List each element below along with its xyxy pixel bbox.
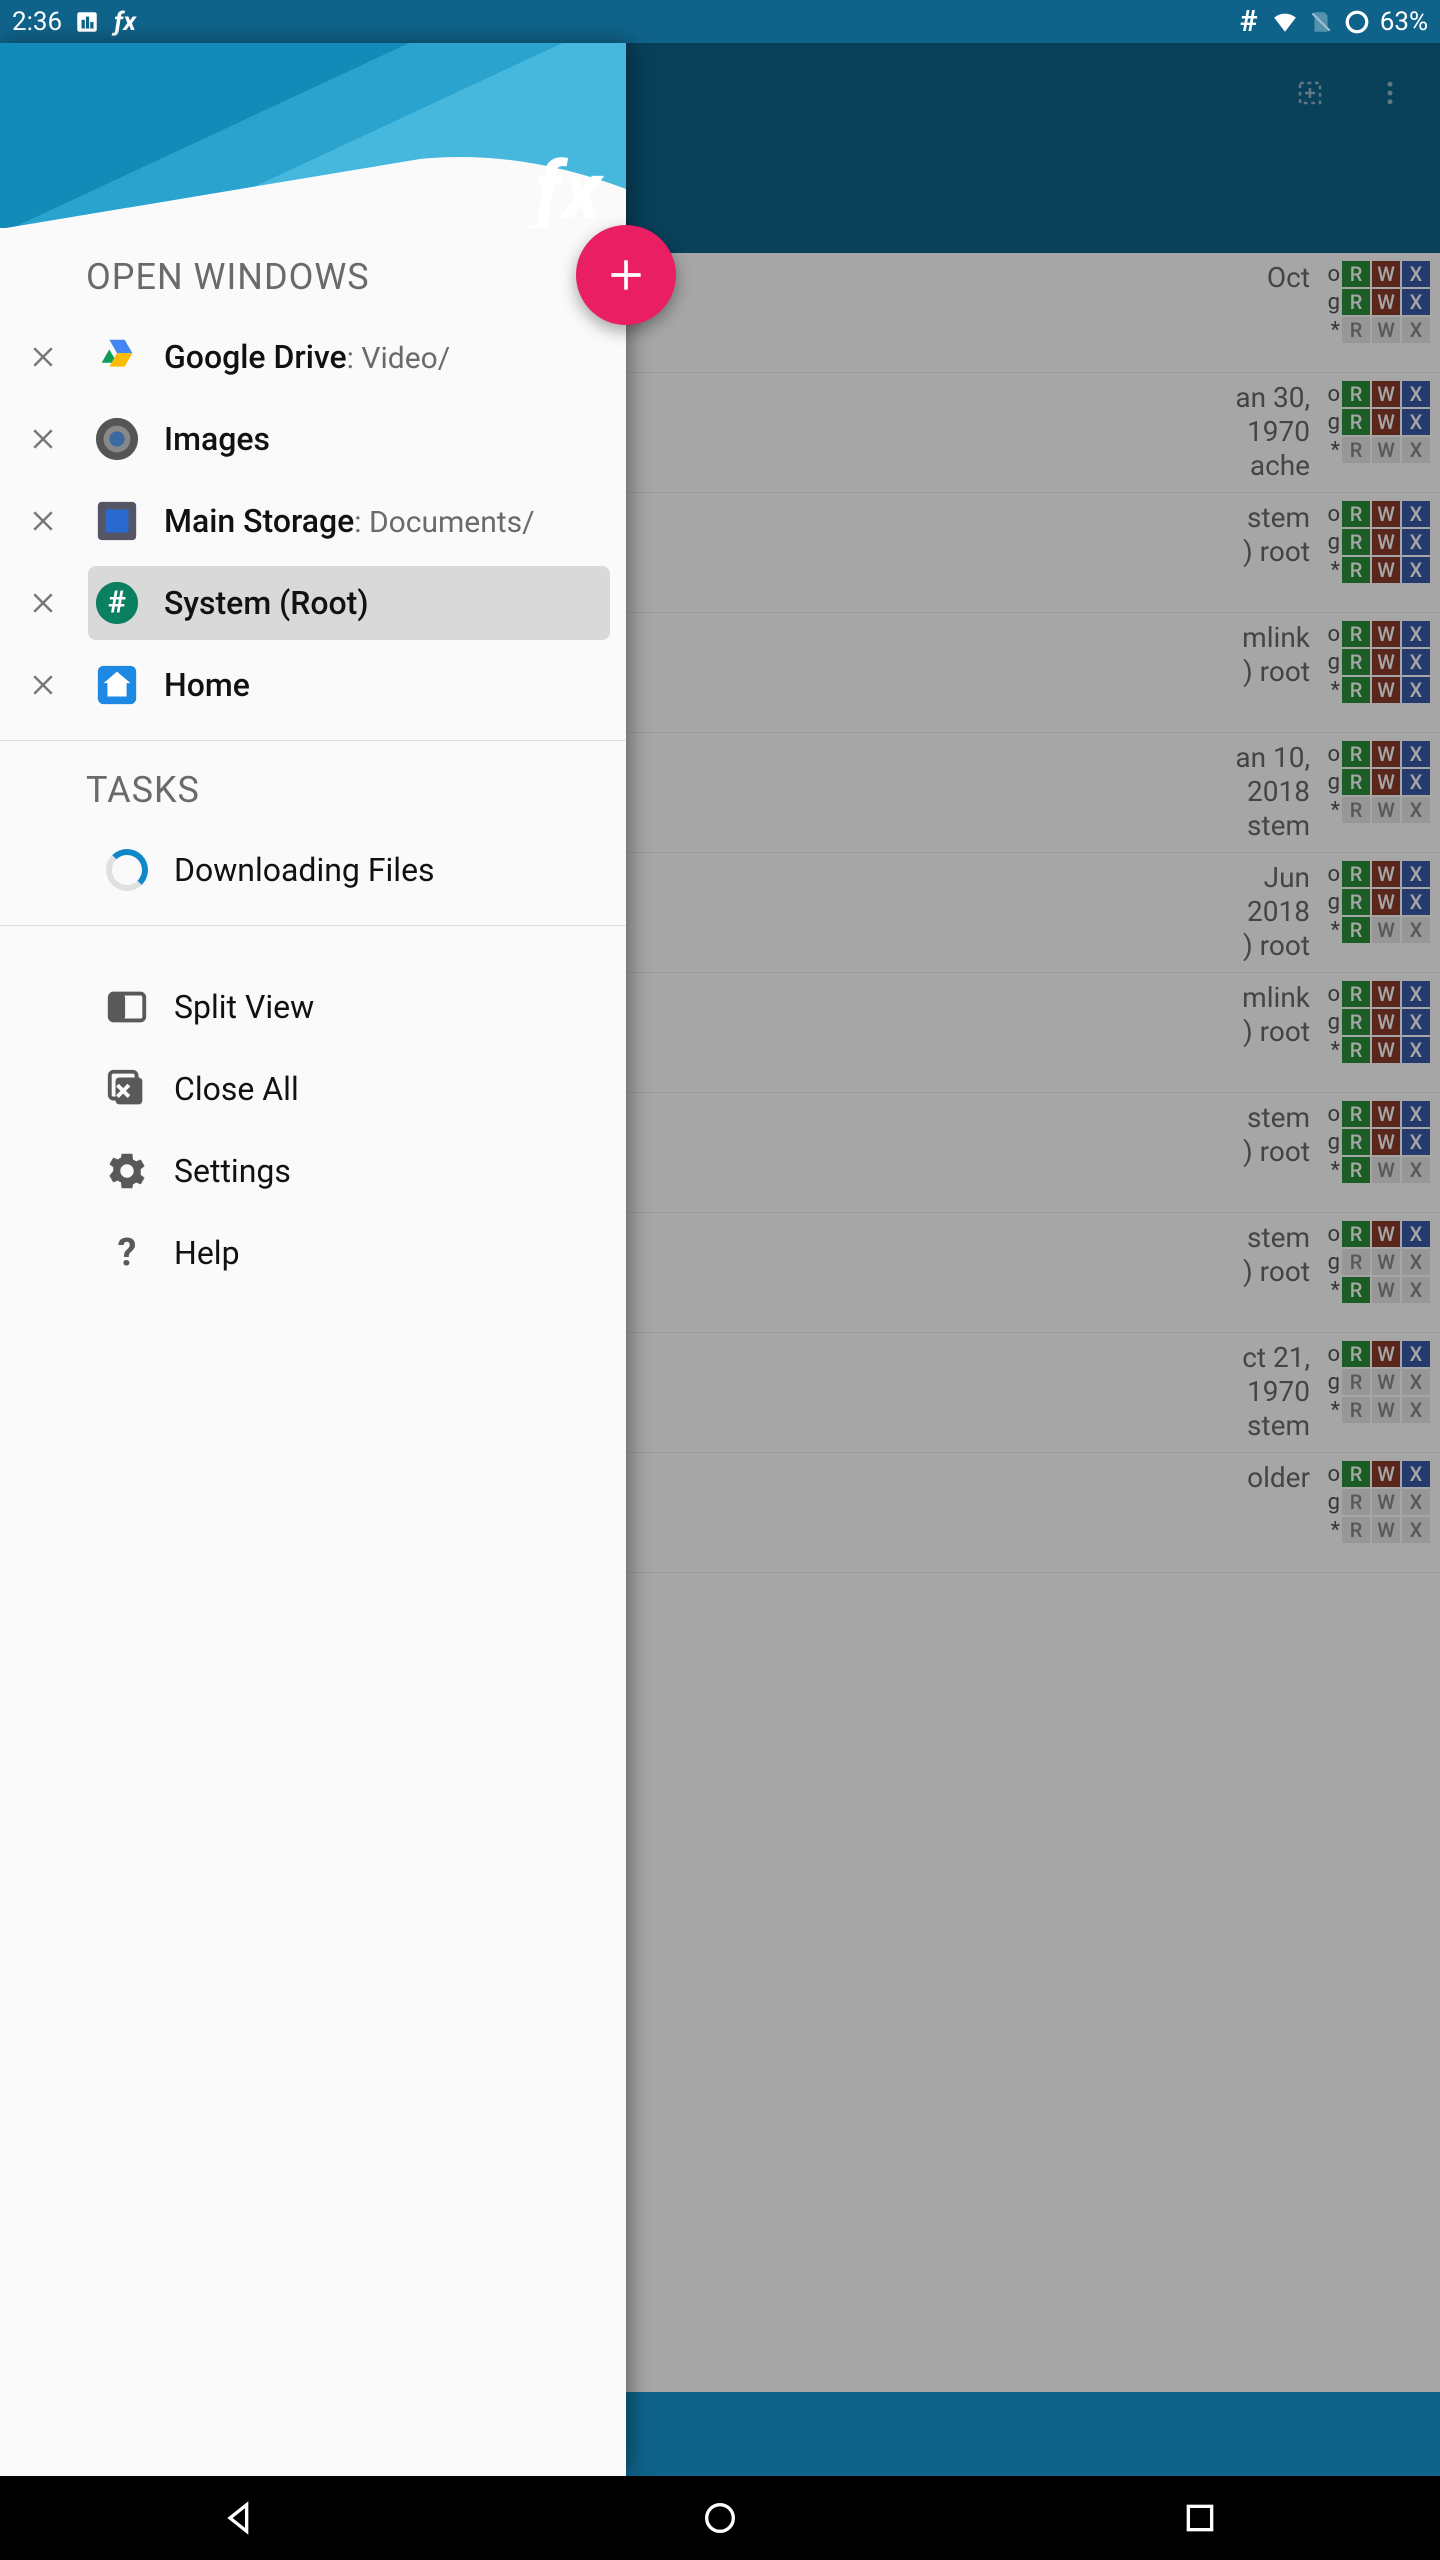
home-button[interactable] <box>640 2488 800 2548</box>
wifi-icon <box>1272 9 1298 35</box>
images-icon <box>94 416 140 462</box>
help-action[interactable]: ? Help <box>0 1212 626 1294</box>
close-window-icon[interactable] <box>18 414 68 464</box>
help-icon: ? <box>104 1230 150 1276</box>
battery-circle-icon <box>1344 9 1370 35</box>
help-label: Help <box>174 1234 240 1272</box>
window-label: Main Storage: Documents/ <box>164 502 534 540</box>
window-item-main-storage[interactable]: Main Storage: Documents/ <box>0 480 626 562</box>
window-item-system-root-[interactable]: # System (Root) <box>0 562 626 644</box>
fx-logo-icon: ƒx <box>535 144 602 228</box>
close-window-icon[interactable] <box>18 496 68 546</box>
settings-action[interactable]: Settings <box>0 1130 626 1212</box>
close-all-icon <box>104 1066 150 1112</box>
storage-icon <box>94 498 140 544</box>
drawer-header: ƒx <box>0 43 626 228</box>
close-window-icon[interactable] <box>18 578 68 628</box>
battery-percentage: 63% <box>1380 7 1428 37</box>
system-nav-bar <box>0 2476 1440 2560</box>
no-sim-icon <box>1308 9 1334 35</box>
settings-label: Settings <box>174 1152 291 1190</box>
add-fab[interactable] <box>576 225 676 325</box>
window-item-home[interactable]: Home <box>0 644 626 726</box>
gdrive-icon <box>94 334 140 380</box>
split-view-icon <box>104 984 150 1030</box>
window-label: Images <box>164 420 270 458</box>
tasks-header: TASKS <box>0 741 626 829</box>
open-windows-header: OPEN WINDOWS <box>0 228 626 316</box>
window-label: Home <box>164 666 250 704</box>
recents-button[interactable] <box>1120 2488 1280 2548</box>
close-window-icon[interactable] <box>18 332 68 382</box>
split-view-action[interactable]: Split View <box>0 966 626 1048</box>
close-all-label: Close All <box>174 1070 299 1108</box>
svg-text:#: # <box>108 586 126 621</box>
status-app-icon-1 <box>74 9 100 35</box>
navigation-drawer: ƒx OPEN WINDOWS Google Drive: Video/Imag… <box>0 43 626 2476</box>
status-time: 2:36 <box>12 7 62 37</box>
task-label: Downloading Files <box>174 851 435 889</box>
status-hash-icon: # <box>1236 9 1262 35</box>
window-item-google-drive[interactable]: Google Drive: Video/ <box>0 316 626 398</box>
root-icon: # <box>94 580 140 626</box>
spinner-icon <box>104 847 150 893</box>
task-downloading-files[interactable]: Downloading Files <box>0 829 626 911</box>
status-app-icon-fx: ƒx <box>112 9 138 35</box>
window-label: System (Root) <box>164 584 369 622</box>
gear-icon <box>104 1148 150 1194</box>
split-view-label: Split View <box>174 988 314 1026</box>
home-icon <box>94 662 140 708</box>
back-button[interactable] <box>160 2488 320 2548</box>
window-item-images[interactable]: Images <box>0 398 626 480</box>
close-window-icon[interactable] <box>18 660 68 710</box>
close-all-action[interactable]: Close All <box>0 1048 626 1130</box>
window-label: Google Drive: Video/ <box>164 338 450 376</box>
status-bar: 2:36 ƒx # 63% <box>0 0 1440 43</box>
